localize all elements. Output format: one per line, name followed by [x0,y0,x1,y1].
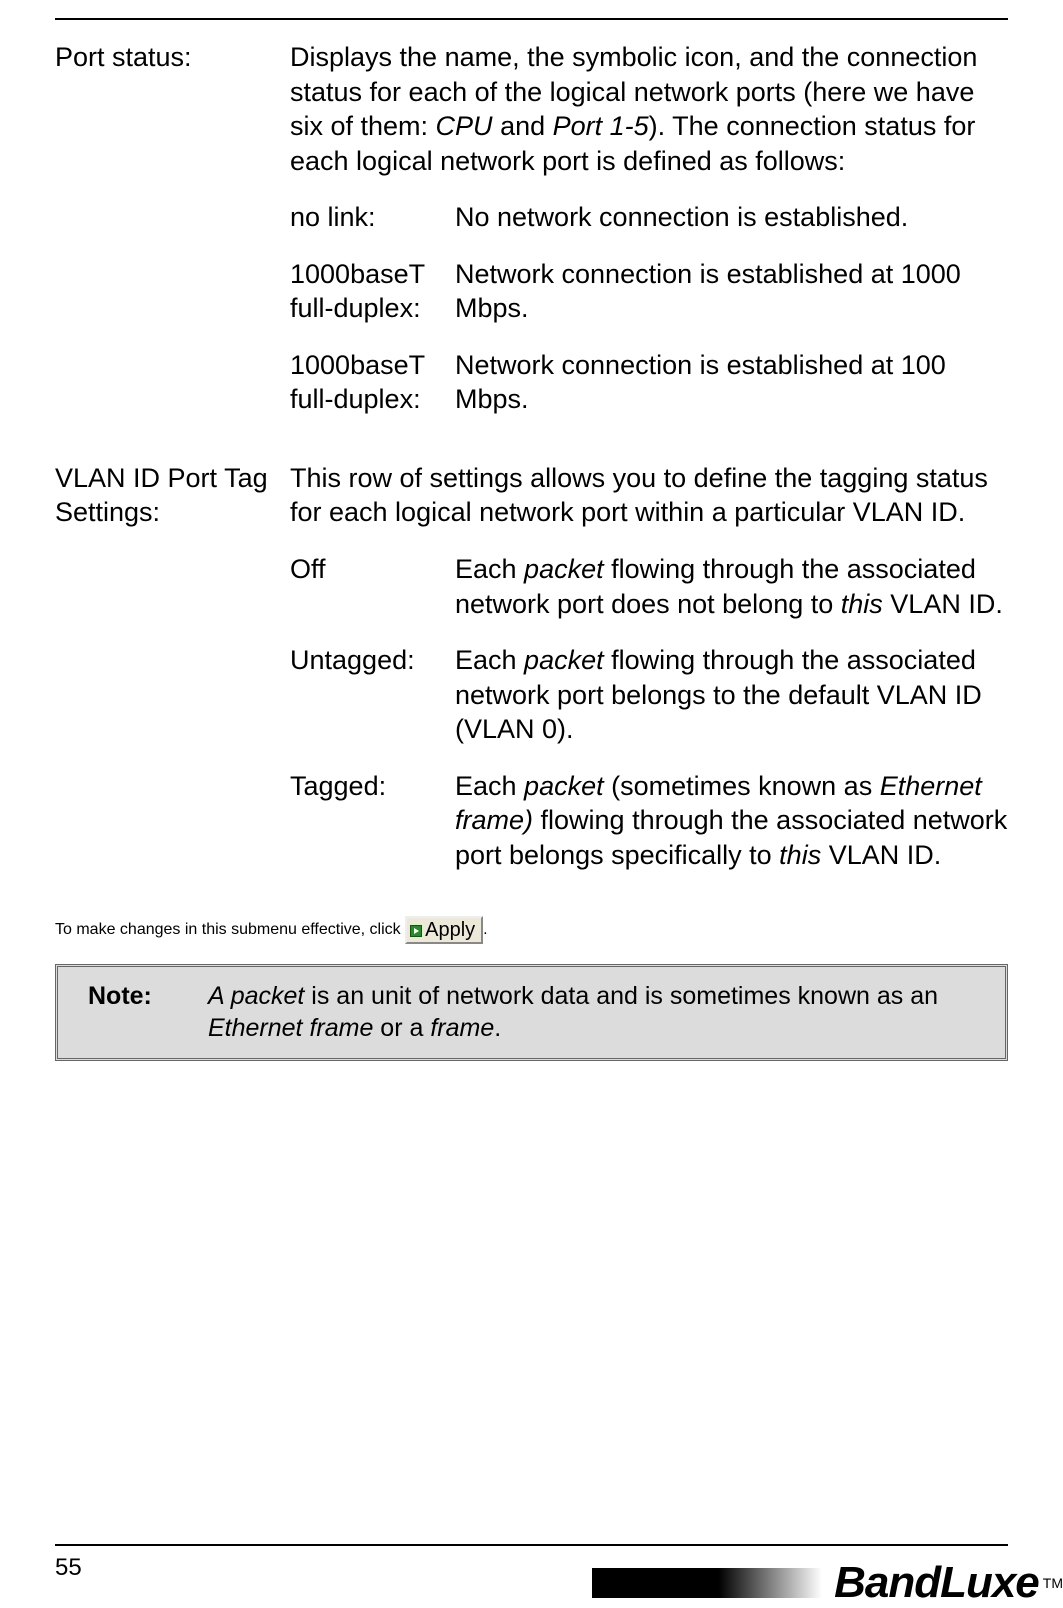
text-segment: (sometimes known as [604,771,880,801]
apply-prefix: To make changes in this submenu effectiv… [55,922,405,939]
text-segment: Each [455,771,524,801]
trademark-icon: TM [1043,1575,1063,1591]
text-segment: Each [455,645,524,675]
sub-desc: Each packet flowing through the associat… [455,643,1008,747]
sub-desc: No network connection is established. [455,200,1008,235]
text-segment: Network connection is established at 100… [455,350,946,415]
apply-suffix: . [483,922,487,939]
content-body: Port status:Displays the name, the symbo… [55,40,1008,894]
text-segment: is an unit of network data and is someti… [304,982,938,1010]
brand-block: BandLuxe TM [592,1558,1063,1608]
top-rule [55,18,1008,20]
text-segment: frame [430,1014,494,1042]
definition-label: Port status: [55,40,290,439]
sub-label: Untagged: [290,643,455,747]
sub-row: Untagged:Each packet flowing through the… [290,643,1008,747]
intro-text: This row of settings allows you to defin… [290,461,1008,530]
sub-row: OffEach packet flowing through the assoc… [290,552,1008,621]
text-segment: CPU [436,111,493,141]
definition-label: VLAN ID Port Tag Settings: [55,461,290,894]
sub-list: OffEach packet flowing through the assoc… [290,552,1008,872]
sub-row: no link:No network connection is establi… [290,200,1008,235]
footer-rule [55,1544,1008,1546]
definition-row: VLAN ID Port Tag Settings:This row of se… [55,461,1008,894]
sub-desc: Each packet (sometimes known as Ethernet… [455,769,1008,873]
sub-list: no link:No network connection is establi… [290,200,1008,417]
note-box: Note: A packet is an unit of network dat… [55,964,1008,1061]
text-segment: VLAN ID. [821,840,941,870]
text-segment: This row of settings allows you to defin… [290,463,988,528]
brand-logo-text: BandLuxe [834,1558,1039,1608]
text-segment: Network connection is established at 100… [455,259,961,324]
sub-desc: Each packet flowing through the associat… [455,552,1008,621]
sub-desc: Network connection is established at 100… [455,257,1008,326]
definition-row: Port status:Displays the name, the symbo… [55,40,1008,439]
intro-text: Displays the name, the symbolic icon, an… [290,40,1008,178]
sub-label: Off [290,552,455,621]
sub-label: 1000baseT full-duplex: [290,348,455,417]
apply-instruction: To make changes in this submenu effectiv… [55,916,1008,944]
text-segment: No network connection is established. [455,202,908,232]
brand-gradient-bar [592,1568,822,1598]
footer: 55 BandLuxe TM [0,1544,1063,1552]
text-segment: . [494,1014,501,1042]
sub-label: no link: [290,200,455,235]
apply-button-label: Apply [425,919,475,941]
apply-button[interactable]: Apply [405,916,483,944]
sub-label: Tagged: [290,769,455,873]
text-segment: and [493,111,553,141]
text-segment: this [841,589,883,619]
text-segment: Each [455,554,524,584]
sub-row: 1000baseT full-duplex:Network connection… [290,348,1008,417]
note-text: A packet is an unit of network data and … [208,981,987,1044]
text-segment: A packet [208,982,304,1010]
sub-row: 1000baseT full-duplex:Network connection… [290,257,1008,326]
text-segment: packet [524,771,604,801]
sub-desc: Network connection is established at 100… [455,348,1008,417]
definition-desc: This row of settings allows you to defin… [290,461,1008,894]
sub-row: Tagged:Each packet (sometimes known as E… [290,769,1008,873]
play-icon [410,925,422,937]
note-label: Note: [88,981,208,1044]
text-segment: packet [524,554,604,584]
page-number: 55 [55,1554,82,1582]
definition-desc: Displays the name, the symbolic icon, an… [290,40,1008,439]
text-segment: this [779,840,821,870]
text-segment: Port 1-5 [553,111,649,141]
text-segment: or a [373,1014,430,1042]
sub-label: 1000baseT full-duplex: [290,257,455,326]
text-segment: VLAN ID. [883,589,1003,619]
text-segment: packet [524,645,604,675]
text-segment: Ethernet frame [208,1014,373,1042]
